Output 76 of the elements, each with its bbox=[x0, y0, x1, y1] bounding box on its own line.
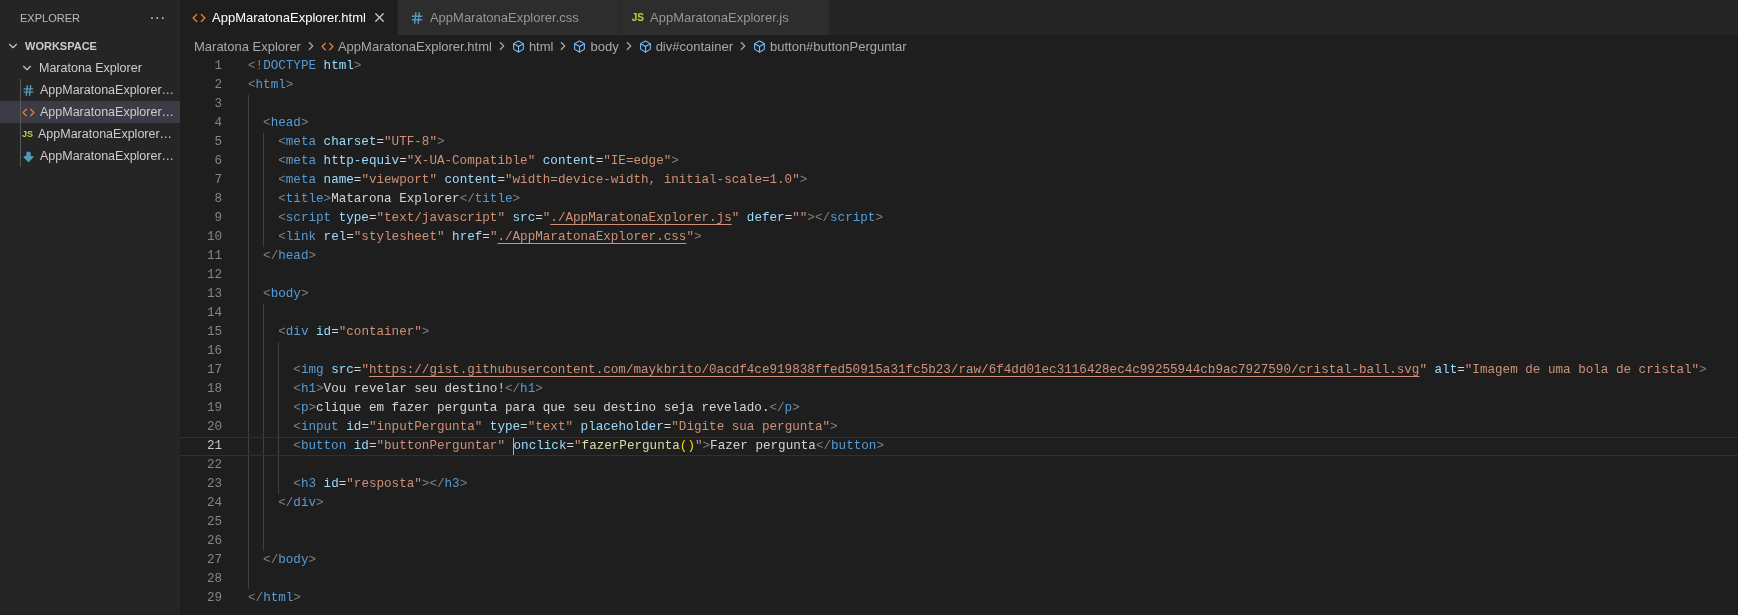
line-number: 12 bbox=[205, 267, 222, 284]
file-item[interactable]: AppMaratonaExplorer… bbox=[0, 101, 180, 123]
breadcrumb-item[interactable]: Maratona Explorer bbox=[194, 38, 301, 54]
code-line: <script type="text/javascript" src="./AppMaratonaExplorer.js" defer=""></script> bbox=[278, 210, 883, 227]
code-line: </html> bbox=[248, 590, 301, 607]
code-line: <!DOCTYPE html> bbox=[248, 58, 362, 75]
line-number: 4 bbox=[213, 115, 222, 132]
line-number: 21 bbox=[205, 438, 222, 455]
line-number: 6 bbox=[213, 153, 222, 170]
code-line: <link rel="stylesheet" href="./AppMaratonaExplorer.css"> bbox=[278, 229, 702, 246]
code-line: <html> bbox=[248, 77, 294, 94]
line-number: 17 bbox=[205, 362, 222, 379]
sidebar-title: EXPLORER bbox=[20, 11, 80, 24]
arrow-down-icon bbox=[22, 149, 35, 163]
line-number: 29 bbox=[205, 590, 222, 607]
line-number: 23 bbox=[205, 476, 222, 493]
line-number: 9 bbox=[213, 210, 222, 227]
code-line: <img src="https://gist.githubusercontent.com/maykbrito/0acdf4ce919838ffed50915a31fc5b23/raw/6f4dd01ec3116428ec4c99255944cb9ac7927590/cristal-ball.svg" alt="Imagem de uma bola de cristal"> bbox=[293, 362, 1707, 379]
line-number: 19 bbox=[205, 400, 222, 417]
hash-icon bbox=[409, 10, 424, 25]
line-number: 1 bbox=[213, 58, 222, 75]
line-number: 27 bbox=[205, 552, 222, 569]
line-number: 28 bbox=[205, 571, 222, 588]
folder-item[interactable]: Maratona Explorer bbox=[0, 57, 180, 79]
cube-icon bbox=[511, 39, 525, 53]
code-line: <head> bbox=[263, 115, 309, 132]
code-line: </body> bbox=[263, 552, 317, 569]
code-line: <body> bbox=[263, 286, 309, 303]
line-number: 14 bbox=[205, 305, 222, 322]
code-line: <p>clique em fazer pergunta para que seu destino seja revelado.</p> bbox=[293, 400, 800, 417]
code-line: <input id="inputPergunta" type="text" placeholder="Digite sua pergunta"> bbox=[293, 419, 838, 436]
code-line: <div id="container"> bbox=[278, 324, 430, 341]
line-number: 11 bbox=[205, 248, 222, 265]
workspace-header[interactable]: WORKSPACE bbox=[0, 35, 180, 57]
cube-icon bbox=[638, 39, 652, 53]
line-number: 24 bbox=[205, 495, 222, 512]
line-number: 16 bbox=[205, 343, 222, 360]
file-item[interactable]: AppMaratonaExplorer… bbox=[0, 79, 180, 101]
line-number: 15 bbox=[205, 324, 222, 341]
editor-tab[interactable]: AppMaratonaExplorer.html bbox=[180, 0, 398, 35]
breadcrumb-item[interactable]: button#buttonPerguntar bbox=[752, 38, 907, 54]
js-icon: JS bbox=[22, 129, 33, 139]
breadcrumb-item[interactable]: html bbox=[511, 38, 554, 54]
js-icon: JS bbox=[631, 12, 644, 23]
line-number: 7 bbox=[213, 172, 222, 189]
code-line: </head> bbox=[263, 248, 317, 265]
line-number: 18 bbox=[205, 381, 222, 398]
cube-icon bbox=[752, 39, 766, 53]
code-line: <meta name="viewport" content="width=device-width, initial-scale=1.0"> bbox=[278, 172, 808, 189]
line-number: 20 bbox=[205, 419, 222, 436]
line-number: 3 bbox=[213, 96, 222, 113]
line-number: 26 bbox=[205, 533, 222, 550]
breadcrumb-item[interactable]: AppMaratonaExplorer.html bbox=[320, 38, 492, 54]
code-line: <button id="buttonPerguntar" onclick="fazerPergunta()">Fazer pergunta</button> bbox=[293, 438, 884, 455]
code-line: <meta charset="UTF-8"> bbox=[278, 134, 445, 151]
editor-tab[interactable]: AppMaratonaExplorer.css bbox=[397, 0, 620, 35]
more-actions-button[interactable]: ··· bbox=[149, 9, 166, 26]
line-number: 25 bbox=[205, 514, 222, 531]
line-number: 10 bbox=[205, 229, 222, 246]
cube-icon bbox=[573, 39, 587, 53]
line-number: 8 bbox=[213, 191, 222, 208]
line-number: 22 bbox=[205, 457, 222, 474]
file-item[interactable]: JS AppMaratonaExplorer… bbox=[0, 123, 180, 145]
editor-tab[interactable]: JS AppMaratonaExplorer.js bbox=[619, 0, 830, 35]
breadcrumb-item[interactable]: body bbox=[573, 38, 619, 54]
code-line: <title>Matarona Explorer</title> bbox=[278, 191, 521, 208]
code-line: </div> bbox=[278, 495, 324, 512]
line-number: 13 bbox=[205, 286, 222, 303]
line-number: 5 bbox=[213, 134, 222, 151]
code-line: <h1>Vou revelar seu destino!</h1> bbox=[293, 381, 543, 398]
breadcrumb-item[interactable]: div#container bbox=[638, 38, 733, 54]
line-number: 2 bbox=[213, 77, 222, 94]
code-line: <h3 id="resposta"></h3> bbox=[293, 476, 468, 493]
code-line: <meta http-equiv="X-UA-Compatible" content="IE=edge"> bbox=[278, 153, 679, 170]
file-item[interactable]: AppMaratonaExplorer… bbox=[0, 145, 180, 167]
hash-icon bbox=[22, 83, 35, 97]
